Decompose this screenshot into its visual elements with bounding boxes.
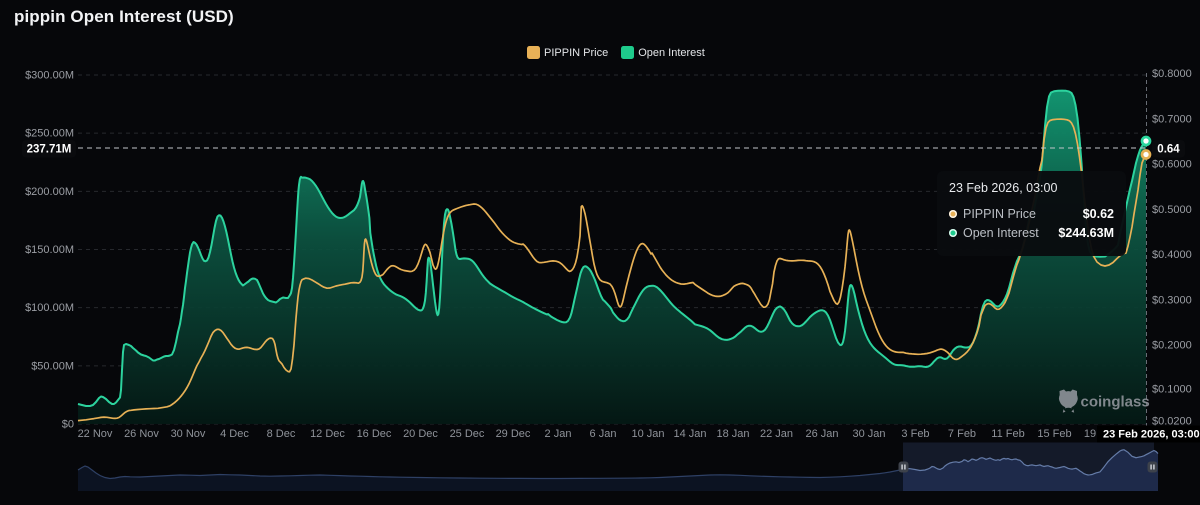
svg-text:$0.5000: $0.5000 [1152,204,1192,216]
svg-text:$0.8000: $0.8000 [1152,68,1192,80]
svg-text:22 Jan: 22 Jan [760,428,793,440]
svg-text:$0.4000: $0.4000 [1152,249,1192,261]
svg-text:12 Dec: 12 Dec [310,428,345,440]
svg-text:14 Jan: 14 Jan [673,428,706,440]
svg-text:30 Jan: 30 Jan [852,428,885,440]
svg-text:$0.2000: $0.2000 [1152,340,1192,352]
svg-text:18 Jan: 18 Jan [716,428,749,440]
svg-text:29 Dec: 29 Dec [496,428,531,440]
svg-text:$0.3000: $0.3000 [1152,294,1192,306]
svg-text:$0.1000: $0.1000 [1152,384,1192,396]
svg-text:23 Feb 2026, 03:00: 23 Feb 2026, 03:00 [1103,429,1200,441]
svg-text:4 Dec: 4 Dec [220,428,249,440]
svg-text:22 Nov: 22 Nov [78,428,113,440]
svg-text:16 Dec: 16 Dec [357,428,392,440]
svg-text:$250.00M: $250.00M [25,128,74,140]
svg-text:30 Nov: 30 Nov [171,428,206,440]
svg-text:0.64: 0.64 [1157,144,1180,156]
svg-text:237.71M: 237.71M [27,144,72,156]
svg-text:6 Jan: 6 Jan [590,428,617,440]
svg-text:$50.00M: $50.00M [31,360,74,372]
svg-text:$200.00M: $200.00M [25,186,74,198]
svg-text:coinglass: coinglass [1081,394,1150,411]
svg-text:3 Feb: 3 Feb [901,428,929,440]
svg-text:26 Jan: 26 Jan [805,428,838,440]
svg-text:$150.00M: $150.00M [25,244,74,256]
svg-text:$0.6000: $0.6000 [1152,159,1192,171]
svg-text:15 Feb: 15 Feb [1037,428,1071,440]
svg-text:25 Dec: 25 Dec [450,428,485,440]
svg-text:19: 19 [1084,428,1096,440]
svg-text:$300.00M: $300.00M [25,70,74,82]
svg-text:10 Jan: 10 Jan [631,428,664,440]
svg-text:2 Jan: 2 Jan [545,428,572,440]
svg-text:$100.00M: $100.00M [25,302,74,314]
svg-text:8 Dec: 8 Dec [267,428,296,440]
svg-text:$0: $0 [62,419,74,431]
svg-text:$0.7000: $0.7000 [1152,113,1192,125]
svg-text:20 Dec: 20 Dec [403,428,438,440]
svg-text:7 Feb: 7 Feb [948,428,976,440]
svg-text:11 Feb: 11 Feb [991,428,1024,440]
svg-text:26 Nov: 26 Nov [124,428,159,440]
